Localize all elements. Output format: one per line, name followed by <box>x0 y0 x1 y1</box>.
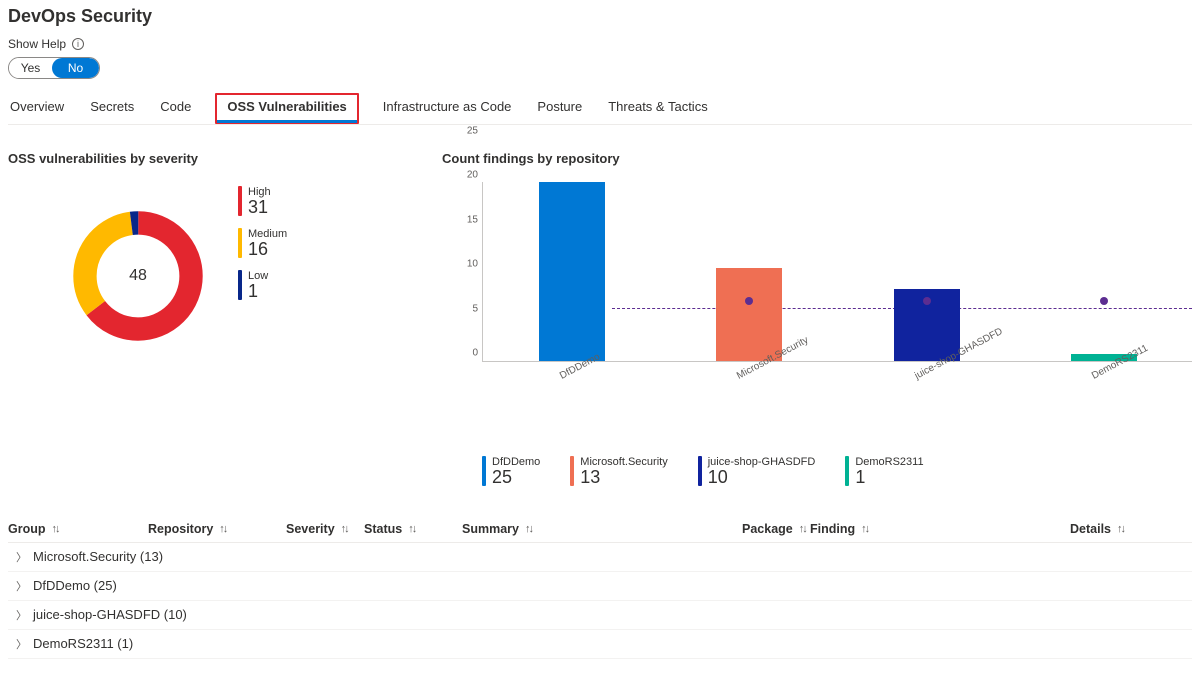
column-header[interactable]: Package ↑↓ <box>742 522 810 536</box>
sort-icon[interactable]: ↑↓ <box>861 523 868 535</box>
show-help-toggle[interactable]: Yes No <box>8 57 100 79</box>
legend-low[interactable]: Low 1 <box>238 270 287 302</box>
repo-count-item[interactable]: DemoRS2311 1 <box>845 456 923 488</box>
tab-iac[interactable]: Infrastructure as Code <box>381 93 514 124</box>
bar[interactable] <box>716 268 782 361</box>
column-header[interactable]: Details ↑↓ <box>1070 522 1150 536</box>
legend-value: 31 <box>248 198 271 218</box>
table-group-row[interactable]: 〉 DfDDemo (25) <box>8 572 1192 601</box>
column-label: Details <box>1070 522 1111 536</box>
tabs: Overview Secrets Code OSS Vulnerabilitie… <box>8 93 1192 125</box>
sort-icon[interactable]: ↑↓ <box>799 523 806 535</box>
sort-icon[interactable]: ↑↓ <box>219 523 226 535</box>
column-header[interactable]: Status ↑↓ <box>364 522 462 536</box>
legend-color-swatch <box>482 456 486 486</box>
legend-value: 16 <box>248 240 287 260</box>
severity-legend: High 31 Medium 16 Low 1 <box>238 186 287 302</box>
column-header[interactable]: Summary ↑↓ <box>462 522 742 536</box>
group-label: DemoRS2311 (1) <box>33 636 133 651</box>
severity-donut[interactable]: 48 <box>68 206 208 346</box>
trend-point <box>1100 297 1108 305</box>
chevron-right-icon: 〉 <box>16 607 27 623</box>
show-help-row: Show Help i <box>8 37 1192 51</box>
info-icon[interactable]: i <box>72 38 84 50</box>
toggle-no[interactable]: No <box>52 58 99 78</box>
legend-color-swatch <box>698 456 702 486</box>
group-label: DfDDemo (25) <box>33 578 117 593</box>
column-header[interactable]: Repository ↑↓ <box>148 522 286 536</box>
repo-counts: DfDDemo 25 Microsoft.Security 13 juice-s… <box>482 456 1192 488</box>
column-label: Status <box>364 522 402 536</box>
group-label: Microsoft.Security (13) <box>33 549 163 564</box>
legend-medium[interactable]: Medium 16 <box>238 228 287 260</box>
repo-count-item[interactable]: Microsoft.Security 13 <box>570 456 667 488</box>
y-tick: 15 <box>442 214 478 225</box>
repo-count: 1 <box>855 468 923 488</box>
repo-count: 13 <box>580 468 667 488</box>
column-label: Finding <box>810 522 855 536</box>
show-help-label: Show Help <box>8 37 66 51</box>
sort-icon[interactable]: ↑↓ <box>341 523 348 535</box>
column-header[interactable]: Finding ↑↓ <box>810 522 1070 536</box>
tab-posture[interactable]: Posture <box>535 93 584 124</box>
legend-color-swatch <box>238 228 242 258</box>
column-header[interactable]: Group ↑↓ <box>8 522 148 536</box>
column-label: Repository <box>148 522 213 536</box>
legend-high[interactable]: High 31 <box>238 186 287 218</box>
table-group-row[interactable]: 〉 DemoRS2311 (1) <box>8 630 1192 659</box>
tab-oss-vulnerabilities[interactable]: OSS Vulnerabilities <box>215 93 358 124</box>
chevron-right-icon: 〉 <box>16 578 27 594</box>
bar[interactable] <box>539 182 605 361</box>
findings-table-header: Group↑↓Repository↑↓Severity↑↓Status↑↓Sum… <box>8 516 1192 543</box>
sort-icon[interactable]: ↑↓ <box>408 523 415 535</box>
repo-bar-chart[interactable]: 0510152025DfDDemoMicrosoft.Securityjuice… <box>442 176 1192 398</box>
legend-color-swatch <box>570 456 574 486</box>
y-tick: 25 <box>442 126 478 137</box>
repo-name: DemoRS2311 <box>855 456 923 468</box>
y-tick: 5 <box>442 303 478 314</box>
repo-chart-title: Count findings by repository <box>442 151 1192 166</box>
column-header[interactable]: Severity ↑↓ <box>286 522 364 536</box>
sort-icon[interactable]: ↑↓ <box>52 523 59 535</box>
tab-overview[interactable]: Overview <box>8 93 66 124</box>
y-tick: 20 <box>442 170 478 181</box>
chevron-right-icon: 〉 <box>16 636 27 652</box>
repo-count: 25 <box>492 468 540 488</box>
chevron-right-icon: 〉 <box>16 549 27 565</box>
sort-icon[interactable]: ↑↓ <box>525 523 532 535</box>
column-label: Group <box>8 522 46 536</box>
repo-count-item[interactable]: juice-shop-GHASDFD 10 <box>698 456 816 488</box>
repo-count: 10 <box>708 468 816 488</box>
sort-icon[interactable]: ↑↓ <box>1117 523 1124 535</box>
column-label: Package <box>742 522 793 536</box>
severity-total: 48 <box>129 267 147 285</box>
y-tick: 0 <box>442 348 478 359</box>
legend-color-swatch <box>238 270 242 300</box>
legend-value: 1 <box>248 282 268 302</box>
table-group-row[interactable]: 〉 Microsoft.Security (13) <box>8 543 1192 572</box>
table-group-row[interactable]: 〉 juice-shop-GHASDFD (10) <box>8 601 1192 630</box>
toggle-yes[interactable]: Yes <box>9 58 52 78</box>
group-label: juice-shop-GHASDFD (10) <box>33 607 187 622</box>
column-label: Severity <box>286 522 335 536</box>
repo-count-item[interactable]: DfDDemo 25 <box>482 456 540 488</box>
legend-color-swatch <box>238 186 242 216</box>
tab-code[interactable]: Code <box>158 93 193 124</box>
column-label: Summary <box>462 522 519 536</box>
tab-secrets[interactable]: Secrets <box>88 93 136 124</box>
trend-point <box>923 297 931 305</box>
page-title: DevOps Security <box>8 6 1192 27</box>
findings-table-body: 〉 Microsoft.Security (13) 〉 DfDDemo (25) 〉 ju… <box>8 543 1192 659</box>
legend-color-swatch <box>845 456 849 486</box>
y-tick: 10 <box>442 259 478 270</box>
trend-point <box>745 297 753 305</box>
severity-chart-title: OSS vulnerabilities by severity <box>8 151 430 166</box>
tab-threats[interactable]: Threats & Tactics <box>606 93 709 124</box>
